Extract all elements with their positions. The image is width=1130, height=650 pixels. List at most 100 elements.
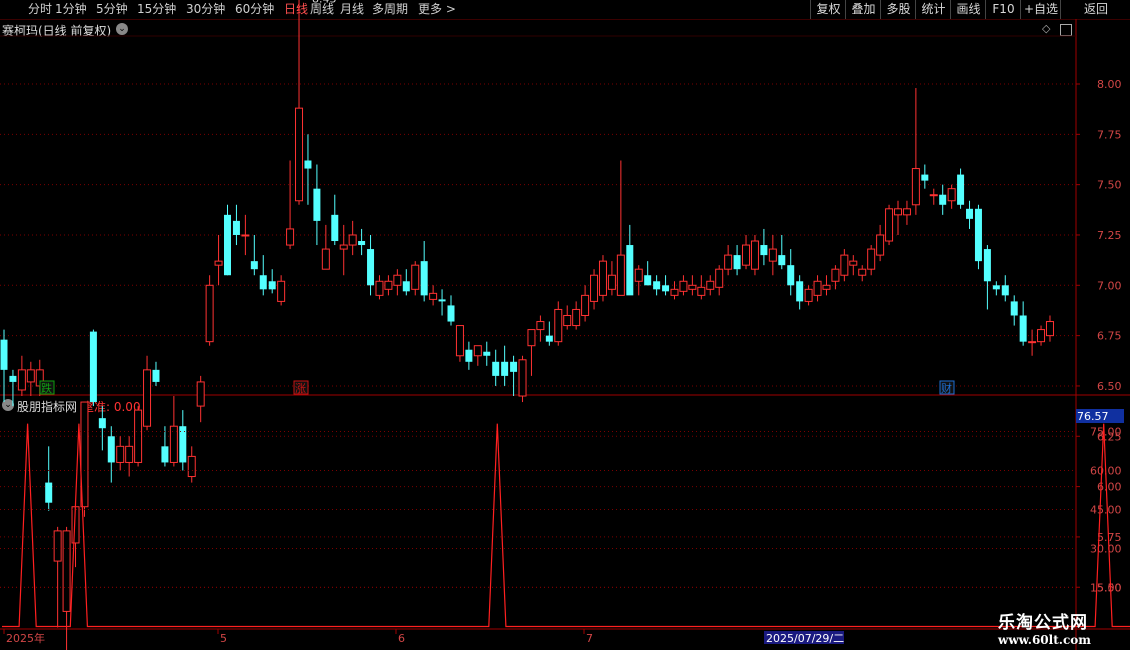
candle-body-up — [581, 294, 590, 316]
current-value-label: 76.57 — [1077, 410, 1109, 423]
indicator-axis-label: 30.00 — [1090, 543, 1122, 556]
candle-body-down — [778, 255, 786, 266]
candle-body-down — [438, 299, 446, 302]
candle-body-down — [152, 369, 160, 382]
candle-body-up — [894, 208, 902, 216]
candle-body-down — [1010, 301, 1018, 316]
candle-body-up — [205, 284, 214, 343]
event-badge-1: 涨 — [295, 382, 306, 395]
candle-body-up — [62, 530, 71, 612]
indicator-axis-label: 45.00 — [1090, 504, 1122, 517]
candle-body-down — [98, 418, 106, 429]
candle-body-down — [420, 261, 428, 296]
candle-body-up — [706, 280, 715, 290]
candle-body-up — [590, 274, 599, 302]
candle-body-up — [536, 321, 545, 331]
candle-body-down — [447, 305, 455, 322]
candle-body-up — [339, 244, 348, 250]
indicator-axis-label: 15.00 — [1090, 582, 1122, 595]
candle-body-down — [224, 214, 231, 276]
stock-chart[interactable]: 8.007.757.507.257.006.756.506.256.005.75… — [0, 0, 1130, 650]
candle-body-down — [465, 349, 473, 362]
candle-body-down — [331, 214, 339, 242]
watermark-url: www.60lt.com — [998, 633, 1091, 647]
candle-body-up — [384, 280, 393, 290]
candle-body-down — [0, 339, 8, 370]
candle-body-up — [411, 264, 420, 290]
candle-body-up — [947, 188, 956, 202]
candle-body-down — [304, 160, 312, 169]
candle-body-up — [17, 369, 26, 391]
candle-body-up — [134, 409, 143, 463]
watermark-title: 乐淘公式网 — [998, 613, 1088, 633]
candle-body-up — [929, 194, 938, 197]
price-axis-label: 8.00 — [1097, 78, 1122, 91]
candle-body-up — [1045, 321, 1054, 337]
candle-body-down — [358, 241, 366, 246]
candle-body-down — [9, 375, 17, 382]
candle-body-up — [527, 329, 536, 347]
candle-body-down — [501, 361, 509, 376]
candle-body-down — [161, 446, 169, 463]
candle-body-down — [45, 482, 53, 503]
candle-body-down — [259, 275, 267, 290]
candle-body-up — [840, 254, 849, 276]
event-badge-0: 跌 — [41, 381, 52, 395]
candle-body-down — [733, 255, 741, 270]
candle-body-down — [644, 275, 652, 286]
candle-body-up — [473, 345, 482, 357]
candle-body-up — [554, 308, 563, 343]
candle-body-up — [455, 325, 464, 357]
price-axis-label: 7.25 — [1097, 229, 1122, 242]
candle-body-up — [214, 260, 223, 266]
cursor-date-label: 2025/07/29/二 — [766, 632, 844, 645]
candle-body-down — [545, 335, 553, 342]
candle-body-down — [653, 281, 661, 290]
event-badge-2: 财 — [941, 381, 952, 395]
candle-body-up — [670, 288, 679, 296]
candle-body-up — [518, 359, 527, 397]
date-label: 2025年 — [6, 631, 45, 645]
price-axis-label: 7.75 — [1097, 128, 1122, 141]
candle-body-up — [348, 234, 357, 246]
indicator-axis-label: 75.00 — [1090, 426, 1122, 439]
candle-body-down — [367, 249, 375, 286]
candle-body-up — [1037, 329, 1046, 343]
candle-body-down — [787, 265, 795, 286]
candle-body-down — [992, 285, 1000, 290]
candle-body-up — [715, 268, 724, 288]
candle-body-down — [510, 361, 518, 372]
candle-body-up — [688, 284, 697, 290]
candle-body-up — [598, 260, 607, 296]
candle-body-down — [107, 436, 115, 463]
candle-body-up — [187, 455, 196, 478]
date-label: 6 — [398, 632, 405, 645]
candle-body-up — [724, 254, 733, 270]
candle-body-down — [232, 220, 240, 235]
candle-body-up — [393, 274, 402, 286]
candle-body-down — [250, 261, 258, 270]
price-axis-label: 7.50 — [1097, 179, 1122, 192]
price-axis-label: 6.50 — [1097, 380, 1122, 393]
candle-body-up — [143, 369, 152, 427]
price-axis-label: 7.00 — [1097, 279, 1122, 292]
candle-body-down — [921, 174, 929, 181]
watermark: 乐淘公式网 www.60lt.com — [998, 608, 1091, 647]
candle-body-down — [1019, 315, 1027, 342]
candle-body-up — [831, 268, 840, 282]
candle-body-down — [974, 208, 982, 262]
candle-body-up — [53, 530, 62, 562]
candle-body-down — [662, 285, 670, 292]
candle-body-up — [679, 280, 688, 292]
candle-body-up — [697, 286, 706, 296]
candle-body-up — [750, 240, 759, 270]
candle-body-up — [196, 381, 205, 407]
candle-body-up — [876, 234, 885, 256]
candle-body-up — [125, 445, 134, 463]
candle-body-up — [321, 248, 330, 270]
candle-body-down — [966, 208, 974, 219]
candle-body-up — [813, 280, 822, 296]
candle-body-up — [286, 228, 295, 246]
candle-body-down — [492, 361, 500, 376]
candle-body-up — [742, 244, 751, 266]
